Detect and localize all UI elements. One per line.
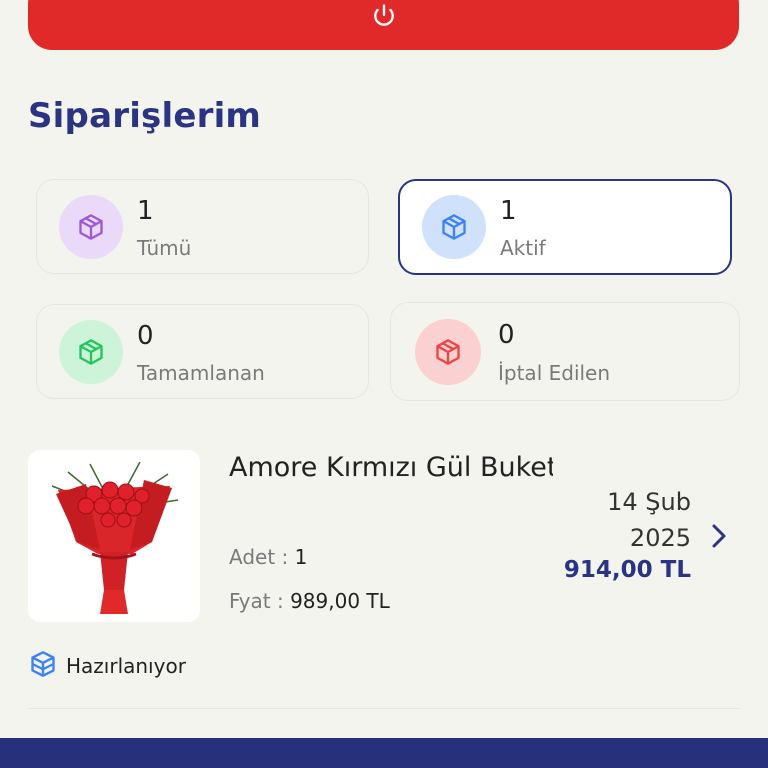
quantity-label: Adet :	[229, 545, 289, 569]
logout-button[interactable]	[28, 0, 739, 50]
stat-count: 1	[137, 196, 154, 226]
stat-label: Tamamlanan	[137, 361, 265, 385]
product-image[interactable]	[28, 450, 200, 622]
stat-label: İptal Edilen	[498, 361, 611, 385]
box-icon	[59, 195, 123, 259]
stat-card-all[interactable]: 1 Tümü	[36, 179, 369, 274]
boxes-icon	[29, 650, 57, 682]
power-icon	[370, 2, 398, 30]
order-quantity: Adet : 1	[229, 545, 307, 569]
divider	[28, 708, 739, 709]
order-date: 14 Şub 2025	[551, 484, 691, 556]
box-icon	[59, 320, 123, 384]
page-title: Siparişlerim	[28, 96, 262, 136]
price-label: Fyat :	[229, 589, 284, 613]
chevron-right-icon[interactable]	[708, 522, 730, 554]
stat-label: Aktif	[500, 236, 546, 260]
order-total: 914,00 TL	[563, 557, 691, 583]
stat-card-completed[interactable]: 0 Tamamlanan	[36, 304, 369, 399]
price-value: 989,00 TL	[290, 589, 390, 613]
stat-label: Tümü	[137, 236, 192, 260]
order-price: Fyat : 989,00 TL	[229, 589, 390, 613]
product-name[interactable]: Amore Kırmızı Gül Buket	[229, 452, 553, 483]
quantity-value: 1	[294, 545, 308, 569]
stat-count: 1	[500, 196, 517, 226]
stat-card-active[interactable]: 1 Aktif	[398, 179, 732, 275]
box-icon	[415, 319, 481, 385]
stat-count: 0	[137, 321, 154, 351]
stat-card-cancelled[interactable]: 0 İptal Edilen	[390, 302, 740, 401]
order-status: Hazırlanıyor	[29, 650, 186, 682]
order-date-year: 2025	[629, 524, 691, 552]
box-icon	[422, 195, 486, 259]
stat-count: 0	[498, 320, 515, 350]
order-date-day: 14 Şub	[607, 488, 691, 516]
status-text: Hazırlanıyor	[66, 654, 186, 678]
bottom-bar	[0, 738, 768, 768]
